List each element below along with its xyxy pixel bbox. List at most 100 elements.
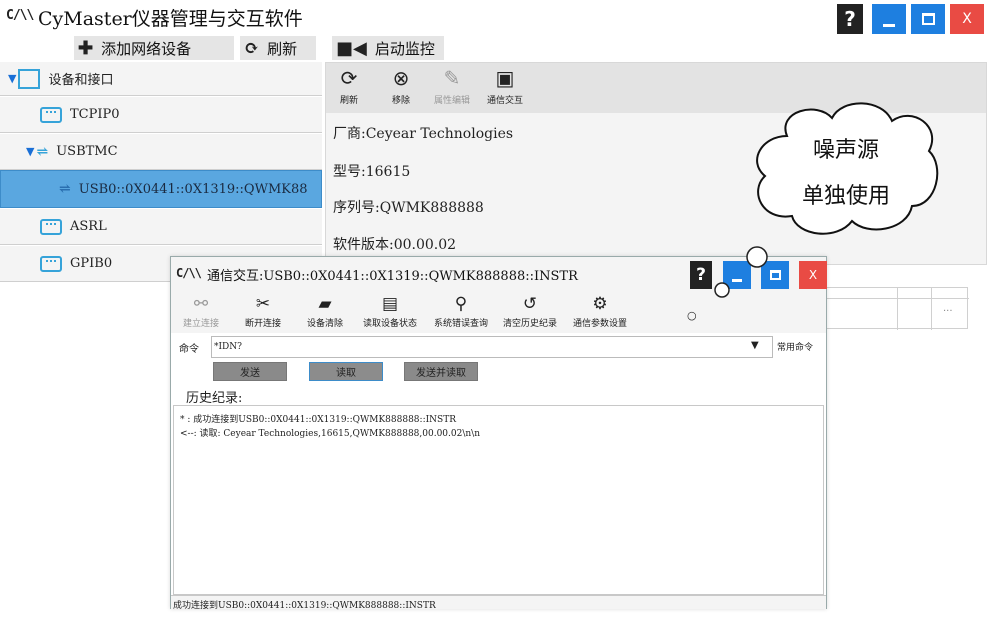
property-edit-label: 属性编辑	[434, 96, 471, 106]
expand-arrow-icon[interactable]: ▼	[8, 72, 16, 85]
read-button[interactable]: 读取	[309, 362, 383, 381]
camera-icon: ■◀	[336, 37, 367, 59]
usb-icon: ⇌	[59, 181, 71, 197]
refresh-icon: ⟳	[340, 66, 358, 90]
tree-item-label: TCPIP0	[70, 107, 120, 122]
device-clear-label: 设备清除	[307, 319, 344, 329]
help-icon: ?	[844, 7, 856, 31]
device-refresh-button[interactable]: ⟳ 刷新	[340, 65, 358, 111]
refresh-icon: ⟳	[244, 37, 260, 59]
device-remove-button[interactable]: ⊗ 移除	[392, 65, 410, 111]
maximize-icon	[769, 270, 781, 280]
communication-button[interactable]: ▣ 通信交互	[487, 65, 523, 111]
history-icon: ↺	[522, 294, 538, 314]
app-logo: C/\\	[6, 8, 34, 23]
eraser-icon: ▰	[318, 294, 332, 314]
tree-item-label: ASRL	[70, 219, 107, 234]
refresh-button[interactable]: ⟳ 刷新	[240, 36, 316, 60]
serial-port-icon	[40, 218, 62, 235]
title-bar: C/\\ CyMaster仪器管理与交互软件 ? X	[0, 0, 998, 34]
history-line: <--: 读取: Ceyear Technologies,16615,QWMK8…	[180, 429, 480, 439]
tree-item-label: USBTMC	[56, 144, 118, 159]
plus-icon: ✚	[78, 37, 94, 59]
model-text: 型号:16615	[333, 164, 411, 180]
dialog-title: 通信交互:USB0::0X0441::0X1319::QWMK888888::I…	[207, 269, 578, 284]
close-icon: X	[962, 11, 972, 27]
refresh-label: 刷新	[267, 39, 298, 58]
ethernet-port-icon	[40, 106, 62, 123]
chevron-down-icon[interactable]: ▼	[751, 340, 759, 351]
send-button[interactable]: 发送	[213, 362, 287, 381]
expand-arrow-icon[interactable]: ▼	[26, 145, 34, 158]
communication-dialog: C/\\ 通信交互:USB0::0X0441::0X1319::QWMK8888…	[170, 256, 827, 611]
background-table-fragment: ···	[826, 287, 969, 330]
clear-history-label: 清空历史纪录	[503, 319, 558, 329]
communication-label: 通信交互	[487, 96, 524, 106]
history-line: * : 成功连接到USB0::0X0441::0X1319::QWMK88888…	[180, 415, 456, 425]
device-clear-button[interactable]: ▰ 设备清除	[307, 293, 343, 329]
edit-icon: ✎	[443, 66, 461, 90]
system-error-query-label: 系统错误查询	[434, 319, 489, 329]
instrument-icon: ▣	[495, 66, 515, 90]
callout-line1: 噪声源	[812, 138, 879, 163]
help-button[interactable]: ?	[837, 4, 863, 34]
callout-cloud: 噪声源 单独使用	[747, 96, 945, 246]
callout-line2: 单独使用	[801, 184, 890, 209]
annotation-circles	[714, 246, 768, 298]
connect-button[interactable]: ⚯ 建立连接	[183, 293, 219, 329]
dialog-logo: C/\\	[176, 266, 202, 280]
device-remove-label: 移除	[392, 96, 411, 106]
app-title: CyMaster仪器管理与交互软件	[38, 8, 303, 30]
command-value: *IDN?	[214, 342, 242, 352]
document-icon: ▤	[381, 294, 399, 314]
start-monitor-label: 启动监控	[374, 39, 435, 58]
read-status-button[interactable]: ▤ 读取设备状态	[363, 293, 417, 329]
connect-label: 建立连接	[183, 319, 220, 329]
unlink-icon: ✂	[255, 294, 271, 314]
command-input[interactable]: *IDN?	[211, 336, 773, 358]
tree-item-tcpip0[interactable]: TCPIP0	[0, 97, 322, 133]
comm-settings-button[interactable]: ⚙ 通信参数设置	[573, 293, 627, 329]
history-log[interactable]: * : 成功连接到USB0::0X0441::0X1319::QWMK88888…	[173, 405, 824, 595]
add-network-device-button[interactable]: ✚ 添加网络设备	[74, 36, 234, 60]
indicator-icon: ○	[687, 309, 697, 322]
common-commands-button[interactable]: 常用命令	[777, 340, 813, 353]
tree-item-devices-interfaces[interactable]: ▼ 设备和接口	[0, 62, 322, 96]
tree-item-asrl[interactable]: ASRL	[0, 209, 322, 245]
more-icon[interactable]: ···	[943, 306, 953, 317]
system-error-query-button[interactable]: ⚲ 系统错误查询	[434, 293, 488, 329]
maximize-icon	[921, 13, 935, 25]
disconnect-label: 断开连接	[245, 319, 282, 329]
version-text: 软件版本:00.00.02	[333, 237, 457, 253]
disconnect-button[interactable]: ✂ 断开连接	[245, 293, 281, 329]
add-network-device-label: 添加网络设备	[101, 39, 192, 58]
clear-history-button[interactable]: ↺ 清空历史纪录	[503, 293, 557, 329]
help-icon: ?	[696, 265, 706, 285]
tree-item-label: USB0::0X0441::0X1319::QWMK88	[78, 181, 308, 197]
start-monitor-button[interactable]: ■◀ 启动监控	[332, 36, 444, 60]
network-icon	[18, 68, 41, 89]
remove-icon: ⊗	[392, 66, 410, 90]
dialog-close-button[interactable]: X	[799, 261, 827, 289]
link-icon: ⚯	[193, 294, 209, 314]
serial-text: 序列号:QWMK888888	[333, 200, 484, 216]
tree-item-usb0-device[interactable]: ⇌ USB0::0X0441::0X1319::QWMK88	[0, 170, 322, 208]
command-label: 命令	[179, 344, 199, 355]
close-icon: X	[808, 268, 818, 282]
maximize-button[interactable]	[911, 4, 945, 34]
search-icon: ⚲	[454, 294, 468, 314]
dialog-status-bar: 成功连接到USB0::0X0441::0X1319::QWMK888888::I…	[171, 595, 826, 611]
cloud-shape	[756, 102, 939, 235]
close-button[interactable]: X	[950, 4, 984, 34]
property-edit-button[interactable]: ✎ 属性编辑	[434, 65, 470, 111]
app-window: C/\\ CyMaster仪器管理与交互软件 ? X ✚ 添加网络设备 ⟳ 刷新…	[0, 0, 998, 622]
main-toolbar: ✚ 添加网络设备 ⟳ 刷新 ■◀ 启动监控	[0, 36, 998, 60]
device-refresh-label: 刷新	[340, 96, 359, 106]
tree-item-usbtmc[interactable]: ▼ ⇌ USBTMC	[0, 134, 322, 170]
read-status-label: 读取设备状态	[363, 319, 418, 329]
tree-item-label: GPIB0	[70, 256, 113, 271]
usb-icon: ⇌	[36, 143, 49, 160]
tree-item-label: 设备和接口	[48, 73, 114, 88]
minimize-button[interactable]	[872, 4, 906, 34]
send-and-read-button[interactable]: 发送并读取	[404, 362, 478, 381]
